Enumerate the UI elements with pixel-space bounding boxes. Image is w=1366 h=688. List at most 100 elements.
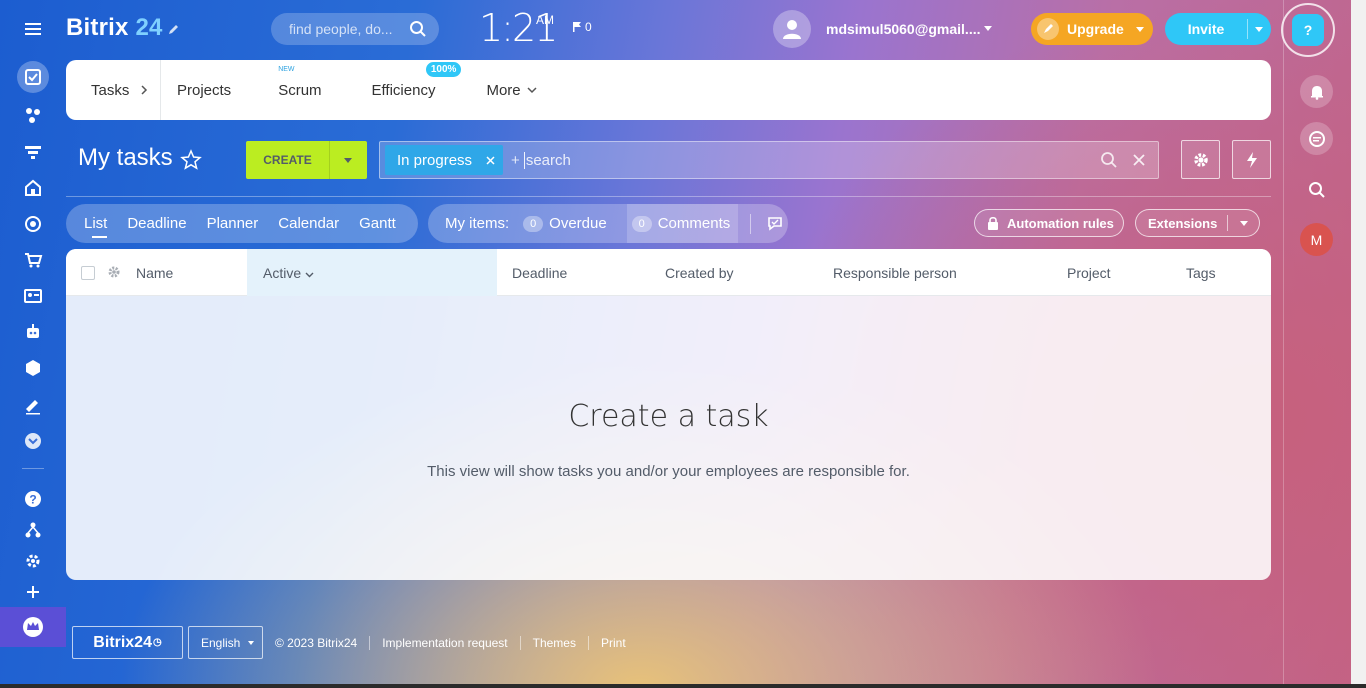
column-project[interactable]: Project	[1067, 265, 1111, 281]
contact-card-icon[interactable]	[18, 281, 48, 311]
footer-logo[interactable]: Bitrix24 ◷	[72, 626, 183, 659]
extensions-button[interactable]: Extensions	[1135, 209, 1260, 237]
close-icon[interactable]	[486, 155, 495, 165]
box-icon[interactable]	[18, 353, 48, 383]
add-filter-plus[interactable]: +	[511, 152, 520, 169]
right-search-icon[interactable]	[1300, 173, 1333, 206]
language-caret-icon	[248, 640, 255, 645]
edit-pencil-icon[interactable]	[168, 22, 180, 40]
crm-icon[interactable]	[18, 100, 48, 130]
automation-rules-button[interactable]: Automation rules	[974, 209, 1124, 237]
search-icon[interactable]	[1100, 151, 1118, 169]
my-items-label: My items:	[445, 215, 510, 232]
tasks-icon[interactable]	[17, 61, 49, 93]
language-select[interactable]: English	[188, 626, 263, 659]
grid-header: Name Active Deadline Created by Responsi…	[66, 249, 1271, 296]
view-tabs: List Deadline Planner Calendar Gantt	[66, 204, 418, 243]
footer-link-print[interactable]: Print	[587, 636, 638, 650]
crown-icon[interactable]	[0, 607, 66, 647]
user-initial-avatar[interactable]: M	[1300, 223, 1333, 256]
comments-filter[interactable]: 0 Comments	[626, 204, 739, 243]
robot-icon[interactable]	[18, 317, 48, 347]
menu-icon[interactable]	[18, 14, 48, 44]
sites-icon[interactable]	[18, 173, 48, 203]
new-badge: NEW	[278, 65, 295, 73]
structure-icon[interactable]	[18, 515, 48, 545]
help-button[interactable]: ?	[1281, 3, 1335, 57]
column-tags[interactable]: Tags	[1186, 265, 1216, 281]
settings-gear-icon[interactable]	[18, 546, 48, 576]
help-circle-icon[interactable]: ?	[18, 484, 48, 514]
column-name[interactable]: Name	[136, 265, 173, 281]
user-email[interactable]: mdsimul5060@gmail....	[826, 21, 981, 37]
efficiency-badge: 100%	[425, 61, 462, 77]
invite-button[interactable]: Invite	[1165, 13, 1271, 45]
extensions-caret-icon[interactable]	[1240, 220, 1249, 226]
user-menu-caret-icon[interactable]	[984, 26, 992, 31]
column-responsible[interactable]: Responsible person	[833, 265, 957, 281]
lightning-icon	[1246, 151, 1257, 168]
clear-close-icon[interactable]	[1130, 151, 1148, 169]
chevron-down-icon	[527, 87, 537, 94]
footer-link-implementation[interactable]: Implementation request	[369, 636, 519, 650]
help-icon: ?	[1292, 14, 1324, 46]
signature-icon[interactable]	[18, 390, 48, 420]
add-plus-icon[interactable]	[18, 577, 48, 607]
comments-count: 0	[631, 215, 652, 232]
filter-search-box[interactable]: In progress + search	[379, 141, 1159, 179]
lock-icon	[988, 216, 998, 230]
clock-icon: ◷	[152, 637, 162, 648]
shop-cart-icon[interactable]	[18, 245, 48, 275]
notifications-bell-icon[interactable]	[1300, 75, 1333, 108]
nav-more[interactable]: More	[486, 82, 537, 99]
tab-gantt[interactable]: Gantt	[349, 215, 406, 232]
filter-chip-in-progress[interactable]: In progress	[385, 145, 504, 175]
column-settings-gear-icon[interactable]	[107, 265, 121, 279]
bottom-strip	[0, 684, 1366, 688]
lightning-button[interactable]	[1232, 140, 1271, 179]
column-deadline[interactable]: Deadline	[512, 265, 567, 281]
user-silhouette-icon	[783, 20, 801, 39]
svg-text:?: ?	[29, 493, 36, 507]
my-items-bar: My items: 0 Overdue 0 Comments	[428, 204, 788, 243]
user-avatar[interactable]	[773, 10, 811, 48]
upgrade-button[interactable]: Upgrade	[1031, 13, 1153, 45]
create-caret-icon[interactable]	[344, 157, 352, 163]
footer-link-themes[interactable]: Themes	[519, 636, 588, 650]
nav-tasks[interactable]: Tasks	[66, 60, 161, 120]
clock-ampm: AM	[536, 13, 554, 27]
nav-efficiency[interactable]: 100% Efficiency	[372, 61, 462, 99]
tab-list[interactable]: List	[84, 215, 117, 238]
flag-icon	[573, 22, 581, 32]
divider	[66, 196, 1271, 197]
search-icon	[410, 21, 426, 37]
nav-projects[interactable]: Projects	[177, 82, 231, 99]
footer-copyright: © 2023 Bitrix24	[275, 636, 358, 650]
select-all-checkbox[interactable]	[81, 266, 95, 280]
column-created-by[interactable]: Created by	[665, 265, 733, 281]
empty-state-text: This view will show tasks you and/or you…	[427, 463, 910, 480]
nav-scrum[interactable]: NEW Scrum	[278, 66, 321, 99]
create-button[interactable]: CREATE	[246, 141, 367, 179]
invite-caret-icon[interactable]	[1255, 26, 1263, 32]
app-logo[interactable]: Bitrix 24	[66, 14, 163, 42]
overdue-filter[interactable]: 0 Overdue	[523, 215, 607, 232]
tab-deadline[interactable]: Deadline	[117, 215, 196, 232]
tab-planner[interactable]: Planner	[197, 215, 269, 232]
tasks-grid: Name Active Deadline Created by Responsi…	[66, 249, 1271, 580]
tab-calendar[interactable]: Calendar	[268, 215, 349, 232]
column-active[interactable]: Active	[263, 265, 314, 281]
filter-funnel-icon[interactable]	[18, 137, 48, 167]
settings-gear-button[interactable]	[1181, 140, 1220, 179]
scrollbar[interactable]	[1351, 0, 1366, 688]
chat-bubble-icon[interactable]	[1300, 122, 1333, 155]
favorite-star-icon[interactable]	[180, 149, 202, 176]
more-chevron-down-icon[interactable]	[18, 426, 48, 456]
flag-counter[interactable]: 0	[573, 20, 592, 34]
chat-read-icon[interactable]	[767, 216, 785, 232]
target-icon[interactable]	[18, 209, 48, 239]
rocket-icon	[1037, 18, 1059, 40]
global-search-input[interactable]: find people, do...	[271, 13, 439, 45]
filter-search-input[interactable]: search	[523, 151, 571, 169]
upgrade-caret-icon	[1135, 26, 1144, 32]
